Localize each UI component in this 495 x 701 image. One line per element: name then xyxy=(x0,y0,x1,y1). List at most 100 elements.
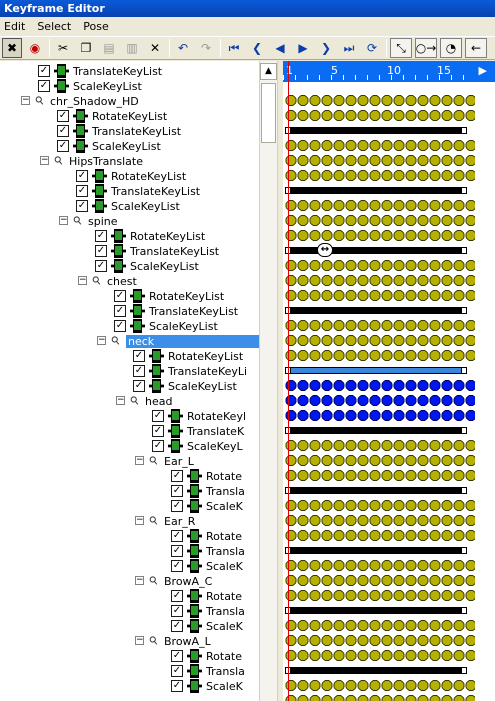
track-enabled-checkbox[interactable]: ✓ xyxy=(171,590,183,602)
keyframe-dots[interactable] xyxy=(285,439,475,452)
frame-ruler[interactable]: ▶ 1 5 10 15 xyxy=(283,61,495,82)
tree-row[interactable]: ✓ TranslateK xyxy=(0,424,259,439)
tree-row[interactable]: ✓ ScaleKeyL xyxy=(0,439,259,454)
tree-row[interactable]: ✓ TranslateKeyList xyxy=(0,124,259,139)
range-end-handle[interactable] xyxy=(461,247,467,254)
track-row[interactable] xyxy=(283,183,495,198)
track-row[interactable] xyxy=(283,198,495,213)
timeline-panel[interactable]: ▶ 1 5 10 15 ↔ xyxy=(283,61,495,701)
track-enabled-checkbox[interactable]: ✓ xyxy=(95,260,107,272)
keyframe-dots[interactable] xyxy=(285,619,475,632)
play-button[interactable]: ▶ xyxy=(293,38,313,58)
keyframe-dots[interactable] xyxy=(285,694,475,701)
track-row[interactable] xyxy=(283,288,495,303)
track-enabled-checkbox[interactable]: ✓ xyxy=(76,185,88,197)
keyframe-dots[interactable] xyxy=(285,499,475,512)
tree-item-label[interactable]: neck xyxy=(126,335,259,348)
track-row[interactable] xyxy=(283,393,495,408)
track-enabled-checkbox[interactable]: ✓ xyxy=(171,560,183,572)
select-mode-button[interactable]: ✖ xyxy=(2,38,22,58)
tree-item-label[interactable]: TranslateKeyList xyxy=(111,185,200,198)
track-enabled-checkbox[interactable]: ✓ xyxy=(171,620,183,632)
track-row[interactable] xyxy=(283,543,495,558)
track-enabled-checkbox[interactable]: ✓ xyxy=(171,605,183,617)
keyframe-dots[interactable] xyxy=(285,379,475,392)
track-row[interactable] xyxy=(283,468,495,483)
track-enabled-checkbox[interactable]: ✓ xyxy=(133,365,145,377)
track-enabled-checkbox[interactable]: ✓ xyxy=(114,305,126,317)
scroll-up-icon[interactable]: ▲ xyxy=(260,63,277,80)
tree-item-label[interactable]: Transla xyxy=(206,485,245,498)
track-row[interactable] xyxy=(283,648,495,663)
tree-item-label[interactable]: ScaleK xyxy=(206,500,243,513)
track-row[interactable] xyxy=(283,108,495,123)
tree-item-label[interactable]: Rotate xyxy=(206,530,242,543)
tree-item-label[interactable]: RotateKeyl xyxy=(187,410,246,423)
tree-item-label[interactable]: RotateKeyList xyxy=(111,170,186,183)
tree-row[interactable]: ✓ ScaleK xyxy=(0,499,259,514)
tree-row[interactable]: ✓ Transla xyxy=(0,544,259,559)
tree-row[interactable]: − ⚲ neck xyxy=(0,333,259,349)
key-mode-button[interactable]: ○→ xyxy=(415,38,437,58)
tree-item-label[interactable]: ScaleK xyxy=(206,560,243,573)
tree-row[interactable]: ✓ TranslateKeyList xyxy=(0,304,259,319)
track-row[interactable] xyxy=(283,93,495,108)
track-enabled-checkbox[interactable]: ✓ xyxy=(171,485,183,497)
tree-item-label[interactable]: BrowA_L xyxy=(164,635,211,648)
track-enabled-checkbox[interactable]: ✓ xyxy=(152,410,164,422)
track-row[interactable] xyxy=(283,693,495,701)
tree-row[interactable]: − ⚲ chr_Shadow_HD xyxy=(0,93,259,109)
track-row[interactable] xyxy=(283,318,495,333)
tree-row[interactable]: − ⚲ HipsTranslate xyxy=(0,153,259,169)
scene-tree[interactable]: ✓ TranslateKeyList ✓ ScaleKeyList − ⚲ chr_Shad… xyxy=(0,61,259,701)
track-enabled-checkbox[interactable]: ✓ xyxy=(76,170,88,182)
key-range-bar[interactable] xyxy=(290,487,465,494)
track-enabled-checkbox[interactable]: ✓ xyxy=(171,500,183,512)
tree-row[interactable]: − ⚲ BrowA_C xyxy=(0,573,259,589)
range-end-handle[interactable] xyxy=(461,127,467,134)
keyframe-dots[interactable] xyxy=(285,634,475,647)
track-enabled-checkbox[interactable]: ✓ xyxy=(171,650,183,662)
tree-item-label[interactable]: chest xyxy=(107,275,137,288)
delete-button[interactable]: ✕ xyxy=(145,38,165,58)
keyframe-dots[interactable] xyxy=(285,199,475,212)
key-range-bar[interactable] xyxy=(290,367,465,374)
keyframe-dots[interactable] xyxy=(285,154,475,167)
track-row[interactable] xyxy=(283,168,495,183)
tree-item-label[interactable]: RotateKeyList xyxy=(92,110,167,123)
tree-item-label[interactable]: RotateKeyList xyxy=(168,350,243,363)
tree-row[interactable]: ✓ ScaleKeyList xyxy=(0,139,259,154)
track-row[interactable] xyxy=(283,258,495,273)
keyframe-dots[interactable] xyxy=(285,289,475,302)
tree-row[interactable]: ✓ Rotate xyxy=(0,529,259,544)
track-row[interactable] xyxy=(283,273,495,288)
track-row[interactable] xyxy=(283,438,495,453)
key-range-bar[interactable] xyxy=(290,127,465,134)
tree-row[interactable]: ✓ TranslateKeyLi xyxy=(0,364,259,379)
record-button[interactable]: ◉ xyxy=(25,38,45,58)
ruler-scroll-right-icon[interactable]: ▶ xyxy=(479,64,487,77)
tree-row[interactable]: ✓ ScaleKeyList xyxy=(0,319,259,334)
track-row[interactable] xyxy=(283,348,495,363)
tree-item-label[interactable]: ScaleKeyList xyxy=(168,380,237,393)
key-range-bar[interactable] xyxy=(290,607,465,614)
back-arrow-button[interactable]: ← xyxy=(465,38,487,58)
tree-row[interactable]: ✓ TranslateKeyList xyxy=(0,244,259,259)
tree-row[interactable]: ✓ Rotate xyxy=(0,649,259,664)
track-enabled-checkbox[interactable]: ✓ xyxy=(76,200,88,212)
keyframe-dots[interactable] xyxy=(285,259,475,272)
scroll-thumb[interactable] xyxy=(261,83,276,143)
keyframe-dots[interactable] xyxy=(285,139,475,152)
track-row[interactable] xyxy=(283,618,495,633)
track-row[interactable] xyxy=(283,498,495,513)
track-enabled-checkbox[interactable]: ✓ xyxy=(152,425,164,437)
tree-item-label[interactable]: TranslateKeyList xyxy=(73,65,162,78)
keyframe-dots[interactable] xyxy=(285,334,475,347)
track-row[interactable] xyxy=(283,588,495,603)
track-row[interactable]: ↔ xyxy=(283,243,495,258)
go-to-end-button[interactable]: ⏭ xyxy=(339,38,359,58)
copy-button[interactable]: ❐ xyxy=(76,38,96,58)
paste-special-button[interactable]: ▥ xyxy=(122,38,142,58)
tree-item-label[interactable]: TranslateKeyList xyxy=(92,125,181,138)
tree-row[interactable]: − ⚲ Ear_L xyxy=(0,453,259,469)
